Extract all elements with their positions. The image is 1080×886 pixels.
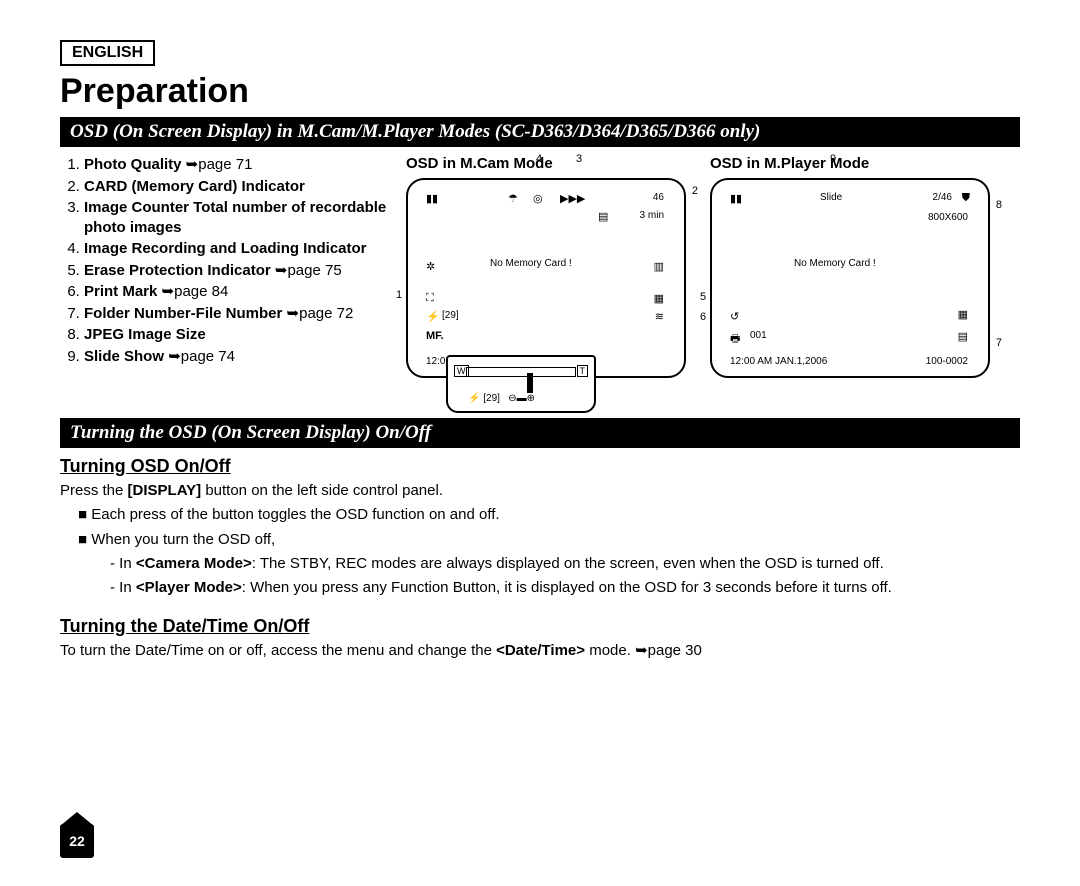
list-item: Slide Show ➥page 74 (84, 347, 390, 367)
callout-5: 5 (700, 291, 706, 303)
list-item: Photo Quality ➥page 71 (84, 155, 390, 175)
resolution: 800X600 (928, 212, 968, 223)
zoom-slider (527, 373, 533, 393)
time-3min: 3 min (640, 210, 664, 221)
flip-icon: ↺ (730, 310, 739, 323)
datetime-para: To turn the Date/Time on or off, access … (60, 641, 1020, 661)
osd-onoff-list: Each press of the button toggles the OSD… (78, 505, 1020, 598)
osd-mcam-panel: OSD in M.Cam Mode 4 3 2 1 ▮▮ ☂ ◎ ▶▶▶ 46 … (406, 155, 686, 378)
page-title: Preparation (60, 72, 1020, 111)
datetime: 12:00 AM JAN.1,2006 (730, 356, 827, 367)
list-item: Print Mark ➥page 84 (84, 282, 390, 302)
flash-icon: ⚡ (468, 393, 480, 404)
no-memory-card: No Memory Card ! (490, 258, 572, 269)
lock-icon: ⛊ (962, 192, 970, 205)
no-memory-card: No Memory Card ! (794, 258, 876, 269)
osd-mplayer-panel: OSD in M.Player Mode 9 8 7 5 6 ▮▮ Slide … (710, 155, 990, 378)
slide-label: Slide (820, 192, 842, 203)
mf-icon: MF. (426, 330, 444, 342)
osd-panels: OSD in M.Cam Mode 4 3 2 1 ▮▮ ☂ ◎ ▶▶▶ 46 … (406, 155, 1020, 378)
list-item: Erase Protection Indicator ➥page 75 (84, 261, 390, 281)
gear-icon: ✲ (426, 260, 435, 273)
columns: Photo Quality ➥page 71 CARD (Memory Card… (60, 155, 1020, 378)
callout-1: 1 (396, 289, 402, 301)
list-item: Image Counter Total number of recordable… (84, 198, 390, 237)
wind-icon: ≋ (655, 310, 664, 323)
value-29: [29] (442, 310, 459, 321)
zoom-row2: ⚡ [29] ⊖▬⊕ (468, 393, 535, 404)
list-item: Each press of the button toggles the OSD… (78, 505, 1020, 525)
camera-icon: ◎ (533, 192, 543, 205)
page-number-value: 22 (60, 824, 94, 858)
section-bar-osd-onoff: Turning the OSD (On Screen Display) On/O… (60, 418, 1020, 448)
list-item: Folder Number-File Number ➥page 72 (84, 304, 390, 324)
section-bar-osd-modes: OSD (On Screen Display) in M.Cam/M.Playe… (60, 117, 1020, 147)
list-item: Image Recording and Loading Indicator (84, 239, 390, 259)
list-item: CARD (Memory Card) Indicator (84, 177, 390, 197)
callout-2: 2 (692, 185, 698, 197)
flash-icon: ⚡ (426, 310, 440, 323)
mcam-screen: ▮▮ ☂ ◎ ▶▶▶ 46 ▤ 3 min No Memory Card ! ✲… (406, 178, 686, 378)
callout-6: 6 (700, 311, 706, 323)
zoom-bar (466, 367, 576, 377)
zoom-box: W T ⚡ [29] ⊖▬⊕ (446, 355, 596, 413)
indicator-list: Photo Quality ➥page 71 CARD (Memory Card… (60, 155, 390, 378)
zoom-29: [29] (483, 393, 500, 404)
print-count: 001 (750, 330, 767, 341)
language-box: ENGLISH (60, 40, 155, 66)
count-2-46: 2/46 (933, 192, 952, 203)
picture-icon: ▥ (654, 260, 664, 273)
battery-icon: ▮▮ (426, 192, 438, 205)
umbrella-icon: ☂ (508, 192, 518, 205)
film-icon: ▦ (654, 292, 664, 305)
callout-7: 7 (996, 337, 1002, 349)
printer-icon: 🖶 (730, 330, 740, 349)
turning-osd-onoff-heading: Turning OSD On/Off (60, 456, 1020, 477)
sdcard-icon: ▤ (958, 330, 968, 343)
mplayer-screen: ▮▮ Slide 2/46 ⛊ 800X600 No Memory Card !… (710, 178, 990, 378)
adjust-icon: ⛶ (426, 292, 434, 305)
osd-mcam-heading: OSD in M.Cam Mode (406, 155, 686, 172)
turning-date-time-heading: Turning the Date/Time On/Off (60, 616, 1020, 637)
zoom-t-label: T (577, 365, 589, 377)
callout-9: 9 (830, 153, 836, 165)
folder-file: 100-0002 (926, 356, 968, 367)
fast-forward-icon: ▶▶▶ (560, 192, 585, 205)
battery-icon: ▮▮ (730, 192, 742, 205)
callout-4: 4 (536, 153, 542, 165)
page-number: 22 (60, 812, 94, 858)
list-item: JPEG Image Size (84, 325, 390, 345)
callout-3: 3 (576, 153, 582, 165)
sdcard-icon: ▤ (598, 210, 608, 223)
press-display-para: Press the [DISPLAY] button on the left s… (60, 481, 1020, 501)
list-item: When you turn the OSD off, In <Camera Mo… (78, 530, 1020, 599)
callout-8: 8 (996, 199, 1002, 211)
sub-item: In <Camera Mode>: The STBY, REC modes ar… (110, 554, 1020, 574)
sub-item: In <Player Mode>: When you press any Fun… (110, 578, 1020, 598)
circle-minus-icon: ⊖ (508, 393, 516, 404)
circle-plus-icon: ⊕ (527, 393, 535, 404)
film-icon: ▦ (958, 308, 968, 321)
osd-mplayer-heading: OSD in M.Player Mode (710, 155, 990, 172)
counter-46: 46 (653, 192, 664, 203)
